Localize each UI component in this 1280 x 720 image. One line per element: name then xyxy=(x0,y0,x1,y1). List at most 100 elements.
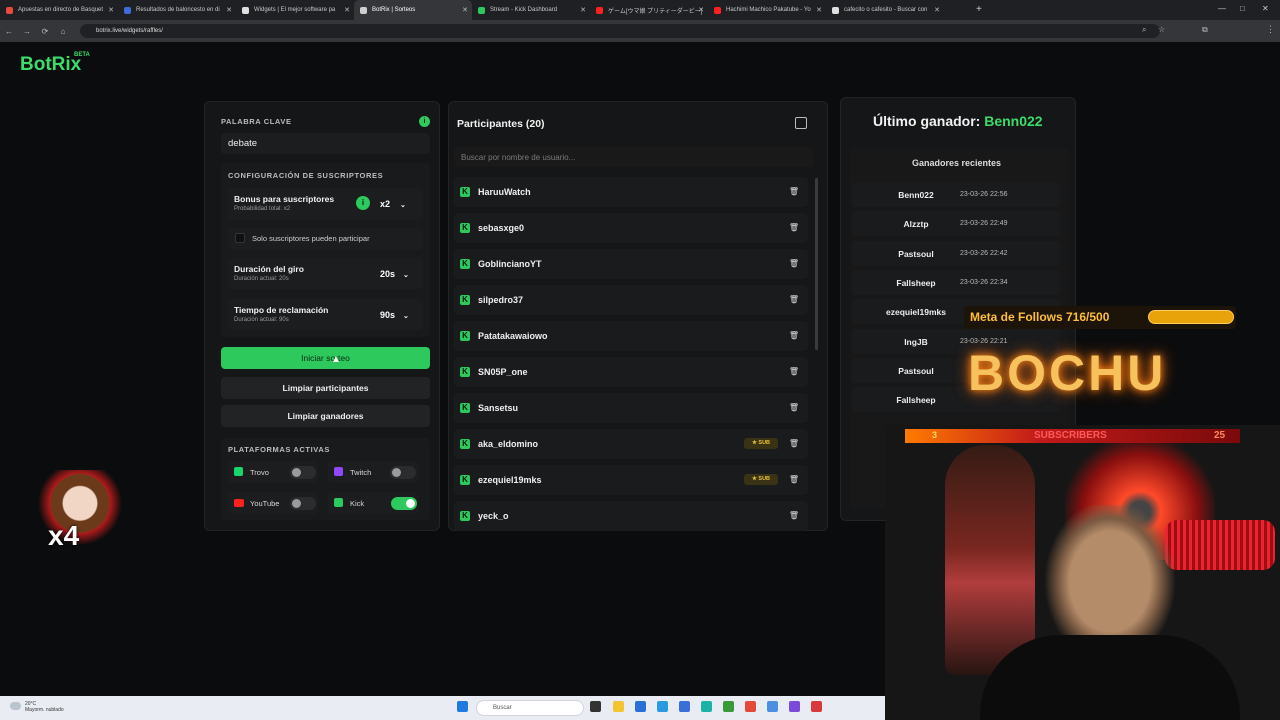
minimize-icon[interactable]: — xyxy=(1218,4,1226,13)
home-icon[interactable]: ⌂ xyxy=(54,27,72,36)
participant-row: K GoblincianoYT 🗑 xyxy=(454,249,808,279)
participant-name: ezequiel19mks xyxy=(478,475,542,485)
browser-tab[interactable]: cafecito o cafesito - Buscar con ✕ xyxy=(826,0,944,20)
browser-tab[interactable]: Widgets | El mejor software pa ✕ xyxy=(236,0,354,20)
only-subs-checkbox[interactable] xyxy=(235,233,245,243)
trash-icon[interactable]: 🗑 xyxy=(788,474,800,486)
participant-name: aka_eldomino xyxy=(478,439,539,449)
app-logo[interactable]: BotRix xyxy=(20,54,81,76)
clear-participants-button[interactable]: Limpiar participantes xyxy=(221,377,430,399)
platform-twitch-label: Twitch xyxy=(350,468,372,477)
kick-toggle[interactable] xyxy=(391,497,417,510)
back-icon[interactable]: ← xyxy=(0,27,18,36)
trash-icon[interactable]: 🗑 xyxy=(788,258,800,270)
youtube-toggle[interactable] xyxy=(290,497,316,510)
taskbar-app-icon[interactable] xyxy=(723,701,734,712)
participant-scrollbar[interactable] xyxy=(815,178,818,350)
reload-icon[interactable]: ⟳ xyxy=(36,27,54,36)
tab-label: Stream - Kick Dashboard xyxy=(490,7,558,13)
start-raffle-button[interactable]: Iniciar sorteo xyxy=(221,347,430,369)
follow-goal-progress xyxy=(1148,310,1234,324)
spin-title: Duración del giro xyxy=(234,264,304,274)
new-tab-button[interactable]: + xyxy=(976,4,982,15)
only-subs-label: Solo suscriptores pueden participar xyxy=(252,234,370,243)
keyword-value: debate xyxy=(228,138,258,149)
trash-icon[interactable]: 🗑 xyxy=(788,366,800,378)
menu-icon[interactable]: ⋮ xyxy=(1266,24,1275,35)
participant-row: K Patatakawaiowo 🗑 xyxy=(454,321,808,351)
weather-widget[interactable]: 20°C Mayorm. nublado xyxy=(25,701,64,713)
tab-close-icon[interactable]: ✕ xyxy=(816,6,822,14)
zoom-icon[interactable]: ⌕ xyxy=(1142,25,1146,35)
trash-icon[interactable]: 🗑 xyxy=(788,222,800,234)
browser-tab-bar: Apuestas en directo de Basquet ✕ Resultado… xyxy=(0,0,1280,20)
taskbar-app-icon[interactable] xyxy=(679,701,690,712)
kick-icon xyxy=(334,498,343,507)
browser-tab[interactable]: Hachimi Machico Pakatube - Yo ✕ xyxy=(708,0,826,20)
tab-close-icon[interactable]: ✕ xyxy=(226,6,232,14)
keyword-label: PALABRA CLAVE xyxy=(221,117,292,126)
winner-name: Pastsoul xyxy=(898,365,934,376)
clear-winners-button[interactable]: Limpiar ganadores xyxy=(221,405,430,427)
tab-favicon-icon xyxy=(360,6,367,14)
url-input[interactable]: botrix.live/widgets/raffles/ xyxy=(80,24,1160,38)
kick-icon: K xyxy=(460,259,470,269)
winner-name: ezequiel19mks xyxy=(885,307,946,318)
taskbar-app-icon[interactable] xyxy=(767,701,778,712)
bonus-select[interactable]: x2 ⌄ xyxy=(380,199,406,209)
bonus-info-icon[interactable]: i xyxy=(356,196,370,210)
participants-title: Participantes (20) xyxy=(457,118,545,130)
trash-icon[interactable]: 🗑 xyxy=(788,330,800,342)
taskbar-app-icon[interactable] xyxy=(635,701,646,712)
browser-tab[interactable]: Apuestas en directo de Basquet ✕ xyxy=(0,0,118,20)
kick-icon: K xyxy=(460,223,470,233)
info-icon[interactable]: i xyxy=(419,116,430,127)
tab-close-icon[interactable]: ✕ xyxy=(462,6,468,14)
participant-row: Kyeck_o 🗑 xyxy=(454,501,808,531)
browser-tab[interactable]: ゲーム[ウマ娘 プリティーダービー] ✕ xyxy=(590,0,708,20)
bookmark-star-icon[interactable]: ☆ xyxy=(1158,25,1165,34)
maximize-icon[interactable]: □ xyxy=(1240,4,1245,13)
extensions-icon[interactable]: ⧉ xyxy=(1202,25,1208,35)
taskbar-app-icon[interactable] xyxy=(590,701,601,712)
kick-icon: K xyxy=(460,295,470,305)
taskbar-app-icon[interactable] xyxy=(657,701,668,712)
twitch-icon xyxy=(334,467,343,476)
address-bar-row: ← → ⟳ ⌂ botrix.live/widgets/raffles/ ⌕ ☆… xyxy=(0,20,1280,42)
participant-search-placeholder: Buscar por nombre de usuario... xyxy=(461,153,576,162)
taskbar-search[interactable]: Buscar xyxy=(476,700,584,716)
tab-close-icon[interactable]: ✕ xyxy=(344,6,350,14)
tab-close-icon[interactable]: ✕ xyxy=(108,6,114,14)
taskbar-app-icon[interactable] xyxy=(613,701,624,712)
spin-select[interactable]: 20s ⌄ xyxy=(380,269,409,279)
trash-icon[interactable]: 🗑 xyxy=(788,294,800,306)
twitch-toggle[interactable] xyxy=(390,466,416,479)
browser-tab[interactable]: BotRix | Sorteos ✕ xyxy=(354,0,472,20)
close-window-icon[interactable]: ✕ xyxy=(1262,4,1269,13)
forward-icon[interactable]: → xyxy=(18,27,36,36)
taskbar-app-icon[interactable] xyxy=(789,701,800,712)
weather-icon[interactable] xyxy=(10,702,21,710)
trovo-toggle[interactable] xyxy=(290,466,316,479)
kick-icon: K xyxy=(460,403,470,413)
bonus-subtitle: Probabilidad total: x2 xyxy=(234,206,291,212)
platform-trovo-label: Trovo xyxy=(250,468,269,477)
trash-icon[interactable]: 🗑 xyxy=(788,186,800,198)
trash-icon[interactable]: 🗑 xyxy=(788,438,800,450)
taskbar-app-icon[interactable] xyxy=(701,701,712,712)
tab-label: Widgets | El mejor software pa xyxy=(254,7,336,13)
start-icon[interactable] xyxy=(457,701,468,712)
copy-icon[interactable] xyxy=(795,117,807,129)
taskbar-app-icon[interactable] xyxy=(745,701,756,712)
tab-close-icon[interactable]: ✕ xyxy=(934,6,940,14)
trash-icon[interactable]: 🗑 xyxy=(788,510,800,522)
browser-tab[interactable]: Resultados de baloncesto en di ✕ xyxy=(118,0,236,20)
platform-kick-label: Kick xyxy=(350,499,365,508)
platform-youtube-label: YouTube xyxy=(250,499,280,508)
browser-tab[interactable]: Stream - Kick Dashboard ✕ xyxy=(472,0,590,20)
tab-close-icon[interactable]: ✕ xyxy=(698,6,704,14)
trash-icon[interactable]: 🗑 xyxy=(788,402,800,414)
taskbar-app-icon[interactable] xyxy=(811,701,822,712)
claim-select[interactable]: 90s ⌄ xyxy=(380,310,409,320)
tab-close-icon[interactable]: ✕ xyxy=(580,6,586,14)
